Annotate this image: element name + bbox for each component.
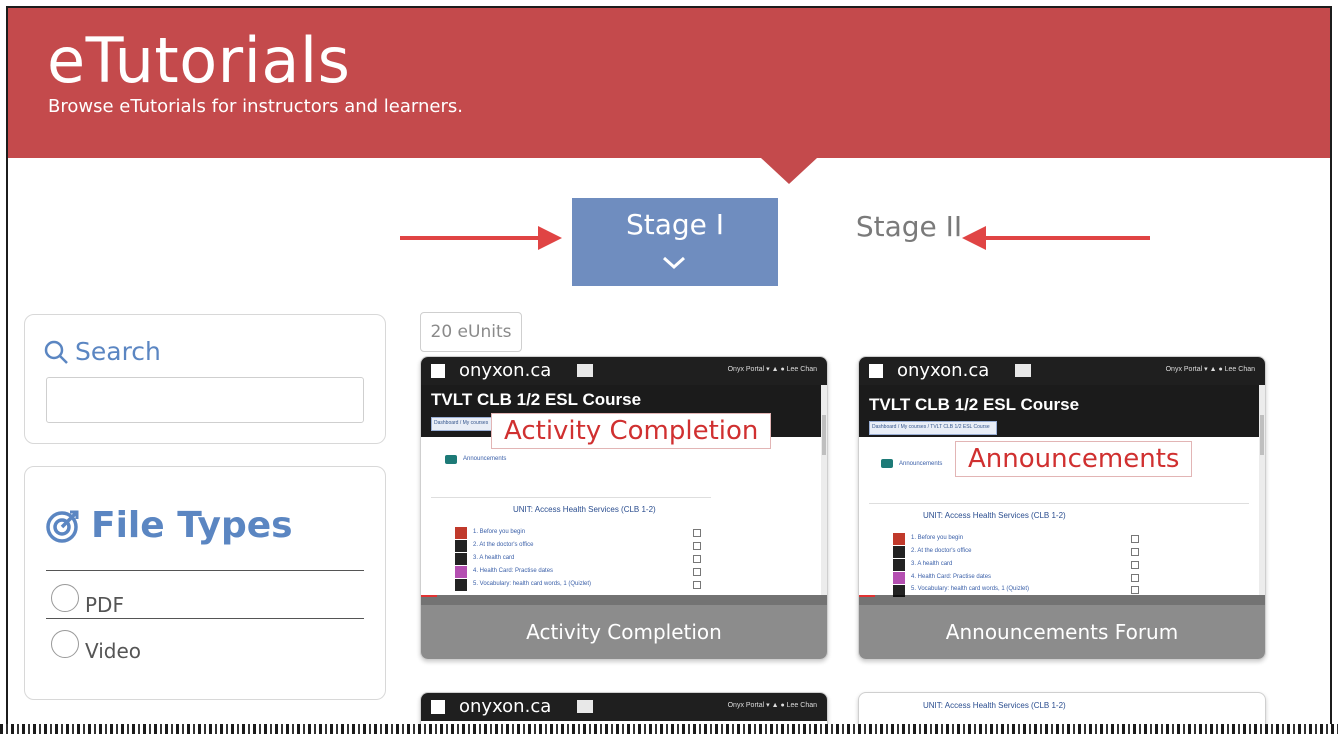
tutorial-card-activity-completion[interactable]: onyxon.ca Onyx Portal ▾ ▲ ● Lee Chan TVL… bbox=[420, 356, 828, 660]
divider bbox=[46, 570, 364, 571]
checkbox bbox=[1131, 561, 1139, 569]
scrollbar[interactable] bbox=[1259, 385, 1265, 595]
thumb-user-menu: Onyx Portal ▾ ▲ ● Lee Chan bbox=[1165, 366, 1255, 373]
forum-icon bbox=[881, 459, 893, 468]
thumb-row: 2. At the doctor's office bbox=[911, 548, 972, 554]
checkbox bbox=[693, 542, 701, 550]
thumb-unit-heading: UNIT: Access Health Services (CLB 1-2) bbox=[923, 701, 1066, 710]
search-input[interactable] bbox=[46, 377, 364, 423]
thumb-topbar: onyxon.ca Onyx Portal ▾ ▲ ● Lee Chan bbox=[421, 357, 827, 385]
checkbox bbox=[1131, 535, 1139, 543]
video-icon bbox=[455, 540, 467, 552]
menu-icon bbox=[869, 364, 883, 378]
page-title: eTutorials bbox=[47, 24, 351, 97]
checkbox bbox=[1131, 548, 1139, 556]
checkbox bbox=[1131, 586, 1139, 594]
quiz-icon bbox=[455, 579, 467, 591]
thumb-announcements: Announcements bbox=[899, 461, 943, 467]
page-subtitle: Browse eTutorials for instructors and le… bbox=[48, 96, 463, 117]
radio-pdf[interactable] bbox=[51, 584, 79, 612]
arrow-right-icon bbox=[400, 226, 562, 250]
video-icon bbox=[893, 546, 905, 558]
card-thumbnail[interactable]: onyxon.ca Onyx Portal ▾ ▲ ● Lee Chan TVL… bbox=[859, 357, 1265, 607]
thumb-course-title: TVLT CLB 1/2 ESL Course bbox=[431, 390, 642, 409]
search-heading: Search bbox=[43, 337, 161, 366]
thumb-unit-heading: UNIT: Access Health Services (CLB 1-2) bbox=[923, 511, 1066, 520]
thumb-row: 4. Health Card: Practise dates bbox=[911, 574, 992, 580]
checkbox bbox=[1131, 574, 1139, 582]
forum-icon bbox=[445, 455, 457, 464]
thumb-user-menu: Onyx Portal ▾ ▲ ● Lee Chan bbox=[727, 702, 817, 709]
thumb-unit-heading: UNIT: Access Health Services (CLB 1-2) bbox=[513, 505, 656, 514]
pdf-icon bbox=[455, 527, 467, 539]
checkbox bbox=[693, 581, 701, 589]
card-caption[interactable]: Activity Completion bbox=[421, 605, 827, 659]
file-types-icon bbox=[46, 510, 79, 543]
divider bbox=[869, 503, 1249, 504]
thumb-row: 3. A health card bbox=[473, 555, 515, 561]
thumb-announcements: Announcements bbox=[463, 456, 507, 462]
tab-stage-2[interactable]: Stage II bbox=[844, 210, 974, 250]
file-type-label-pdf: PDF bbox=[85, 593, 124, 617]
checkbox bbox=[693, 568, 701, 576]
thumb-row: 3. A health card bbox=[911, 561, 953, 567]
search-icon bbox=[44, 340, 68, 364]
video-icon bbox=[455, 553, 467, 565]
thumb-breadcrumb: Dashboard / My courses / TVLT CLB 1/2 ES… bbox=[869, 421, 997, 435]
file-types-title: File Types bbox=[91, 505, 293, 546]
pdf-icon bbox=[893, 533, 905, 545]
thumb-row: 2. At the doctor's office bbox=[473, 542, 534, 548]
banner-pointer bbox=[761, 158, 817, 184]
checkbox bbox=[693, 555, 701, 563]
checkbox bbox=[693, 529, 701, 537]
thumb-row: 4. Health Card: Practise dates bbox=[473, 568, 554, 574]
thumb-user-menu: Onyx Portal ▾ ▲ ● Lee Chan bbox=[727, 366, 817, 373]
thumb-overlay-label: Activity Completion bbox=[491, 413, 772, 449]
page-frame: eTutorials Browse eTutorials for instruc… bbox=[6, 6, 1332, 734]
tutorial-card-announcements-forum[interactable]: onyxon.ca Onyx Portal ▾ ▲ ● Lee Chan TVL… bbox=[858, 356, 1266, 660]
file-type-option-video[interactable]: Video bbox=[51, 625, 141, 663]
collapse-icon bbox=[577, 364, 593, 377]
file-types-panel: File Types PDF Video bbox=[24, 466, 386, 700]
thumb-topbar: onyxon.ca Onyx Portal ▾ ▲ ● Lee Chan bbox=[859, 357, 1265, 385]
cropped-edge bbox=[0, 724, 1338, 734]
thumb-row: 5. Vocabulary: health card words, 1 (Qui… bbox=[473, 581, 592, 587]
thumb-overlay-label: Announcements bbox=[955, 441, 1193, 477]
collapse-icon bbox=[1015, 364, 1031, 377]
file-types-heading: File Types bbox=[45, 505, 293, 546]
thumb-course-title: TVLT CLB 1/2 ESL Course bbox=[869, 395, 1080, 414]
card-thumbnail[interactable]: onyxon.ca Onyx Portal ▾ ▲ ● Lee Chan TVL… bbox=[421, 357, 827, 607]
card-caption[interactable]: Announcements Forum bbox=[859, 605, 1265, 659]
video-icon bbox=[893, 559, 905, 571]
activity-icon bbox=[455, 566, 467, 578]
thumb-logo: onyxon.ca bbox=[459, 360, 552, 381]
thumb-row: 5. Vocabulary: health card words, 1 (Qui… bbox=[911, 586, 1030, 592]
file-type-label-video: Video bbox=[85, 639, 142, 663]
search-label: Search bbox=[75, 337, 161, 366]
thumb-row: 1. Before you begin bbox=[473, 529, 526, 535]
chevron-down-icon bbox=[662, 256, 686, 270]
menu-icon bbox=[431, 700, 445, 714]
activity-icon bbox=[893, 572, 905, 584]
thumb-logo: onyxon.ca bbox=[897, 360, 990, 381]
tab-stage-1[interactable]: Stage I bbox=[572, 198, 778, 286]
thumb-topbar: onyxon.ca Onyx Portal ▾ ▲ ● Lee Chan bbox=[421, 693, 827, 721]
divider bbox=[431, 497, 711, 498]
tab-stage-1-label: Stage I bbox=[625, 208, 725, 241]
scrollbar[interactable] bbox=[821, 385, 827, 595]
thumb-row: 1. Before you begin bbox=[911, 535, 964, 541]
search-panel: Search bbox=[24, 314, 386, 444]
collapse-icon bbox=[577, 700, 593, 713]
menu-icon bbox=[431, 364, 445, 378]
file-type-option-pdf[interactable]: PDF bbox=[51, 579, 124, 617]
header-banner: eTutorials Browse eTutorials for instruc… bbox=[8, 8, 1330, 158]
units-count-badge: 20 eUnits bbox=[420, 312, 522, 352]
divider bbox=[46, 618, 364, 619]
arrow-left-icon bbox=[962, 226, 1150, 250]
tab-stage-2-label: Stage II bbox=[855, 210, 963, 243]
thumb-logo: onyxon.ca bbox=[459, 696, 552, 717]
radio-video[interactable] bbox=[51, 630, 79, 658]
thumb-course-bar: TVLT CLB 1/2 ESL Course Dashboard / My c… bbox=[859, 385, 1265, 437]
